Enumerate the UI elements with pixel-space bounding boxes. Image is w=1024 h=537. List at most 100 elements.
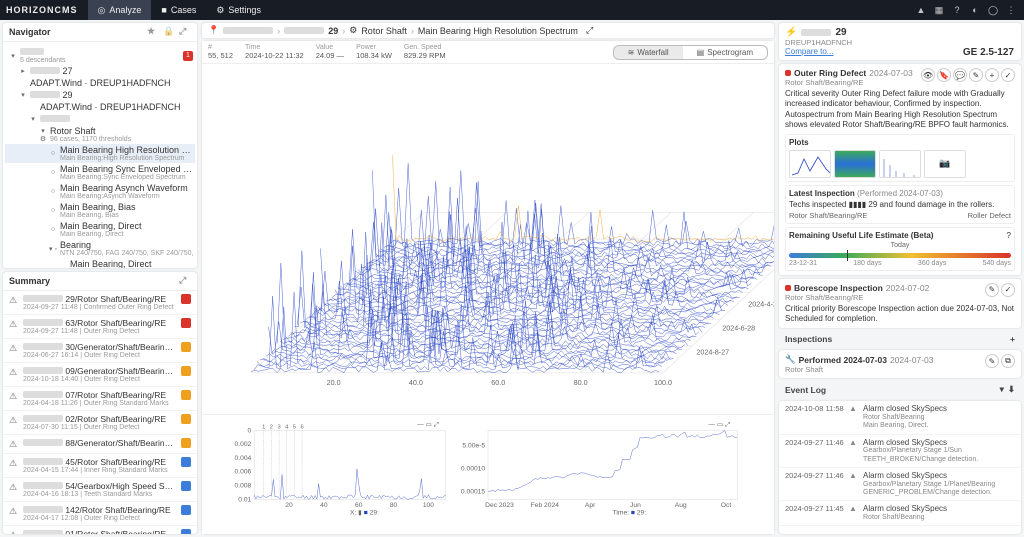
nav-child[interactable]: ▾ 29	[5, 89, 195, 101]
add-icon[interactable]: +	[1010, 334, 1015, 344]
nav-root[interactable]: ▾ 5 descendants1	[5, 46, 195, 65]
waterfall-toggle[interactable]: ≋ Waterfall	[614, 46, 683, 59]
lower-plots[interactable]: 0.010.0080.0060.0040.0020204060801001234…	[202, 414, 774, 534]
summary-item[interactable]: ⚠ 45/Rotor Shaft/Bearing/RE2024-04-15 17…	[3, 454, 197, 478]
filter-icon[interactable]: ▾	[1000, 384, 1004, 395]
breadcrumb-rotor[interactable]: Rotor Shaft	[361, 26, 407, 36]
diagnosis-card: 👁 🔖 💬 ✎ + ✓ Outer Ring Defect 2024-07-03…	[779, 64, 1021, 275]
pin-icon[interactable]: 📍	[208, 25, 219, 36]
download-icon[interactable]: ⬇	[1008, 384, 1015, 395]
moon-icon[interactable]: ◐	[968, 3, 982, 17]
nav-measure-0[interactable]: ○Main Bearing High Resolution SpectrumMa…	[5, 144, 195, 163]
summary-item[interactable]: ⚠ 29/Rotor Shaft/Bearing/RE2024-09-27 11…	[3, 291, 197, 315]
check-icon[interactable]: ✓	[1001, 283, 1015, 297]
svg-text:0.006: 0.006	[235, 469, 252, 476]
nav-measure-4[interactable]: ○Main Bearing, DirectMain Bearing, Direc…	[5, 220, 195, 239]
svg-text:2: 2	[270, 425, 273, 431]
svg-text:0.00015: 0.00015	[461, 489, 485, 496]
summary-item[interactable]: ⚠ 07/Rotor Shaft/Bearing/RE2024-04-18 11…	[3, 387, 197, 411]
waterfall-plot[interactable]: 20.040.060.080.0100.02024-8-272024-6-282…	[202, 64, 774, 414]
nav-child[interactable]: ▾	[5, 113, 195, 125]
nav-measure-3[interactable]: ○Main Bearing, BiasMain Bearing, Bias	[5, 201, 195, 220]
nav-bearing-child[interactable]: Main Bearing, DirectMain Bearing, Direct	[5, 258, 195, 268]
summary-item[interactable]: ⚠ 54/Gearbox/High Speed Shaft/Pinion2024…	[3, 478, 197, 502]
edit-icon[interactable]: ✎	[969, 68, 983, 82]
inspection-item[interactable]: ✎⧉ 🔧Performed 2024-07-03 2024-07-03 Roto…	[779, 350, 1021, 378]
rul-bar	[789, 253, 1011, 258]
star-icon[interactable]: ★	[147, 26, 159, 38]
summary-item[interactable]: ⚠ 01/Rotor Shaft/Bearing/RE2024-04-19 18…	[3, 526, 197, 534]
help-icon[interactable]: ?	[1007, 231, 1011, 240]
view-toggle[interactable]: ≋ Waterfall ▤ Spectrogram	[613, 45, 768, 60]
svg-text:Dec 2023: Dec 2023	[485, 502, 514, 509]
breadcrumb-asset[interactable]: 29	[328, 26, 338, 36]
eventlog-row[interactable]: 2024-09-27 11:45▲Alarm closed SkySpecsRo…	[779, 501, 1021, 526]
summary-item[interactable]: ⚠ 09/Generator/Shaft/Bearing/NDE2024-10-…	[3, 363, 197, 387]
user-icon[interactable]: ◯	[986, 3, 1000, 17]
summary-item[interactable]: ⚠ 30/Generator/Shaft/Bearing/NDE2024-06-…	[3, 339, 197, 363]
nav-rotor[interactable]: ▾ ⚙Rotor Shaft96 cases, 1170 thresholds	[5, 125, 195, 144]
edit-icon[interactable]: ✎	[985, 283, 999, 297]
navigator-tree: ▾ 5 descendants1▸ 27ADAPT.Wind · DREUP1H…	[3, 42, 197, 268]
top-tab-analyze[interactable]: ◎Analyze	[88, 0, 152, 20]
nav-bearing[interactable]: ▾ ◦BearingNTN 240/750, FAG 240/750, SKF …	[5, 239, 195, 258]
edit-icon[interactable]: ✎	[985, 354, 999, 368]
mini-plot[interactable]	[789, 150, 831, 178]
svg-text:X: ▮ ■ 29:: X: ▮ ■ 29:	[350, 510, 379, 517]
svg-text:0.00010: 0.00010	[461, 466, 485, 473]
svg-text:0.01: 0.01	[238, 496, 251, 503]
summary-item[interactable]: ⚠ 02/Rotor Shaft/Bearing/RE2024-07-30 11…	[3, 411, 197, 435]
check-icon[interactable]: ✓	[1001, 68, 1015, 82]
eventlog-row[interactable]: 2024-09-27 11:46▲Alarm closed SkySpecsGe…	[779, 435, 1021, 468]
action-card: ✎✓ Borescope Inspection 2024-07-02 Rotor…	[779, 279, 1021, 329]
expand-icon[interactable]: ⤢	[179, 275, 191, 287]
expand-icon[interactable]: ⤢	[586, 25, 593, 36]
copy-icon[interactable]: ⧉	[1001, 354, 1015, 368]
inspections-header: Inspections+	[779, 332, 1021, 346]
top-tab-cases[interactable]: ■Cases	[151, 0, 206, 20]
add-icon[interactable]: +	[985, 68, 999, 82]
svg-text:Jun: Jun	[630, 502, 641, 509]
svg-text:80.0: 80.0	[574, 378, 588, 387]
nav-measure-1[interactable]: ○Main Bearing Sync Enveloped SpectrumMai…	[5, 163, 195, 182]
svg-text:5.00e-5: 5.00e-5	[462, 443, 485, 450]
eye-icon[interactable]: 👁	[921, 68, 935, 82]
summary-title: Summary	[9, 276, 50, 286]
expand-icon[interactable]: ⤢	[179, 26, 191, 38]
tag-icon[interactable]: 🔖	[937, 68, 951, 82]
svg-text:0.008: 0.008	[235, 483, 252, 490]
svg-text:0: 0	[248, 427, 252, 434]
comment-icon[interactable]: 💬	[953, 68, 967, 82]
svg-text:6: 6	[300, 425, 303, 431]
grid-icon[interactable]: ▦	[932, 3, 946, 17]
bell-icon[interactable]: ▲	[914, 3, 928, 17]
severity-dot-icon	[785, 70, 791, 76]
svg-text:Aug: Aug	[675, 502, 687, 509]
top-tab-settings[interactable]: ⚙Settings	[206, 0, 271, 20]
eventlog-row[interactable]: 2024-09-27 11:46▲Alarm closed SkySpecsGe…	[779, 468, 1021, 501]
spectrogram-toggle[interactable]: ▤ Spectrogram	[683, 46, 767, 59]
summary-header: Summary ⤢	[3, 272, 197, 291]
svg-text:5: 5	[293, 425, 296, 431]
nav-measure-2[interactable]: ○Main Bearing Asynch WaveformMain Bearin…	[5, 182, 195, 201]
summary-item[interactable]: ⚠ 88/Generator/Shaft/Bearing/DE	[3, 435, 197, 454]
lock-icon[interactable]: 🔒	[163, 26, 175, 38]
asset-header: ⚡ 29 DREUP1HADFNCH GE 2.5-127 Compare to…	[779, 23, 1021, 60]
svg-text:— ▭ ⤢: — ▭ ⤢	[417, 422, 440, 429]
summary-item[interactable]: ⚠ 63/Rotor Shaft/Bearing/RE2024-09-27 11…	[3, 315, 197, 339]
nav-child[interactable]: ADAPT.Wind · DREUP1HADFNCH	[5, 101, 195, 113]
nav-child[interactable]: ▸ 27	[5, 65, 195, 77]
mini-plot[interactable]	[834, 150, 876, 178]
menu-icon[interactable]: ⋮	[1004, 3, 1018, 17]
svg-text:2024-6-28: 2024-6-28	[722, 323, 755, 332]
svg-text:20: 20	[285, 502, 293, 509]
breadcrumb-point[interactable]: Main Bearing High Resolution Spectrum	[418, 26, 578, 36]
eventlog-row[interactable]: 2024-10-08 11:58▲Alarm closed SkySpecsRo…	[779, 401, 1021, 434]
mini-plot-camera[interactable]: 📷	[924, 150, 966, 178]
turbine-model: GE 2.5-127	[963, 47, 1014, 58]
svg-text:0.002: 0.002	[235, 441, 252, 448]
mini-plot[interactable]	[879, 150, 921, 178]
summary-item[interactable]: ⚠ 142/Rotor Shaft/Bearing/RE2024-04-17 1…	[3, 502, 197, 526]
nav-child[interactable]: ADAPT.Wind · DREUP1HADFNCH	[5, 77, 195, 89]
help-icon[interactable]: ?	[950, 3, 964, 17]
